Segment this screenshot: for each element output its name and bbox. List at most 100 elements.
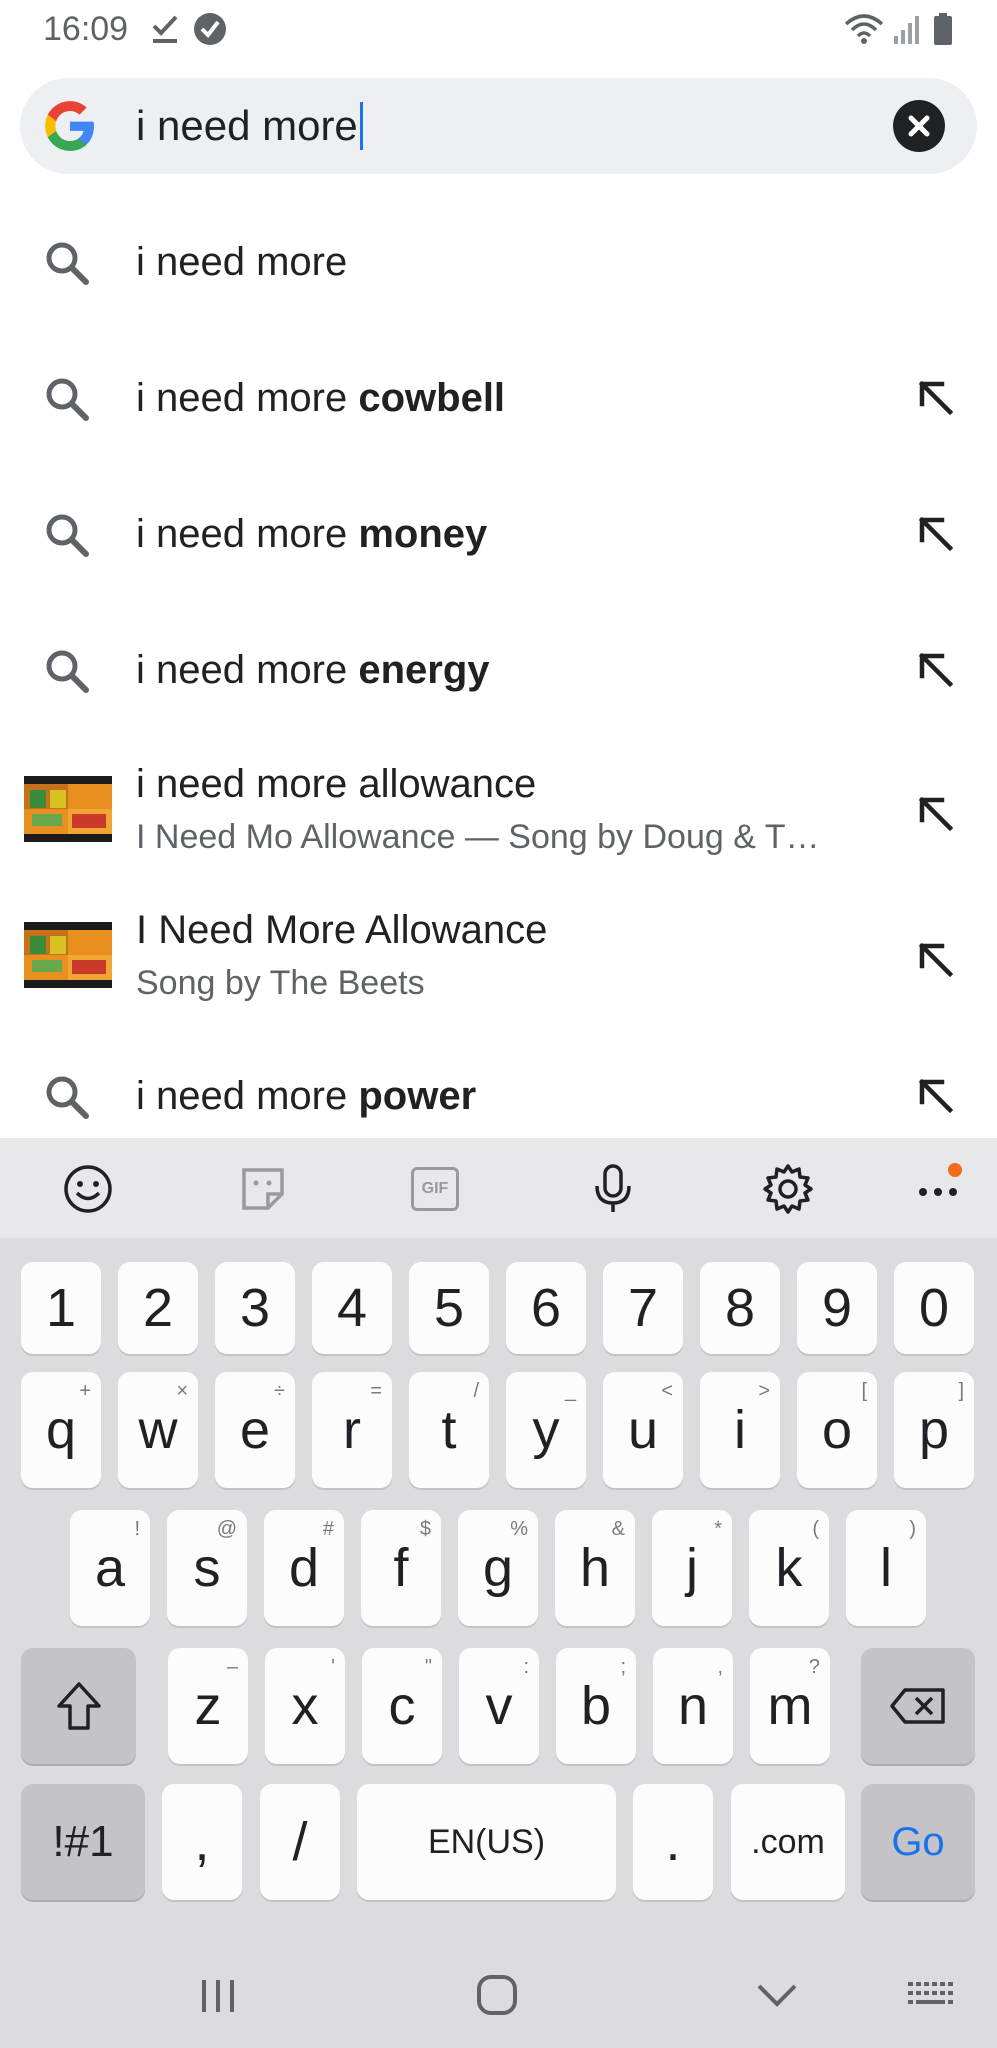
key-n[interactable]: n, [653,1648,733,1764]
key-label: r [343,1400,361,1460]
fill-query-arrow-icon[interactable] [916,514,956,554]
search-icon [46,514,89,557]
key-hint: ( [812,1518,819,1540]
dotcom-key[interactable]: .com [731,1784,845,1900]
key-j[interactable]: j * [652,1510,732,1626]
key-w[interactable]: w × [118,1372,198,1488]
key-6[interactable]: 6 [506,1262,586,1354]
key-u[interactable]: u < [603,1372,683,1488]
key-hint: $ [419,1518,431,1540]
period-key[interactable]: . [633,1784,713,1900]
fill-query-arrow-icon[interactable] [916,940,956,980]
key-hint: : [523,1656,529,1678]
search-icon [46,1076,89,1119]
key-2[interactable]: 2 [118,1262,198,1354]
text-cursor [359,102,363,150]
key-0[interactable]: 0 [894,1262,974,1354]
recent-apps-icon[interactable] [198,1978,238,2014]
key-t[interactable]: t / [409,1372,489,1488]
suggestion-subtitle: I Need Mo Allowance — Song by Doug & T… [136,818,820,856]
shift-key[interactable] [21,1648,136,1764]
key-a[interactable]: a! [70,1510,150,1626]
key-1[interactable]: 1 [21,1262,101,1354]
keyboard-switch-icon[interactable] [906,1980,954,2010]
suggestion-item[interactable]: i need more cowbell [0,336,997,462]
slash-key[interactable]: / [260,1784,340,1900]
search-bar[interactable]: i need more [20,78,977,174]
suggestion-item[interactable]: i need more [0,200,997,326]
search-input[interactable]: i need more [136,78,363,174]
suggestion-item[interactable]: i need more energy [0,608,997,734]
suggestion-text: i need more [136,240,348,284]
fill-query-arrow-icon[interactable] [916,794,956,834]
key-9[interactable]: 9 [797,1262,877,1354]
home-icon[interactable] [476,1974,518,2016]
comma-key[interactable]: , [162,1784,242,1900]
suggestion-text: i need more cowbell [136,376,506,420]
clear-search-button[interactable] [893,100,945,152]
key-i[interactable]: i > [700,1372,780,1488]
key-f[interactable]: f $ [361,1510,441,1626]
key-8[interactable]: 8 [700,1262,780,1354]
backspace-key[interactable] [861,1648,975,1764]
key-c[interactable]: c " [362,1648,442,1764]
key-hint: ) [909,1518,916,1540]
key-z[interactable]: z – [168,1648,248,1764]
key-o[interactable]: o[ [797,1372,877,1488]
suggestion-subtitle: Song by The Beets [136,964,425,1002]
key-hint: _ [564,1380,576,1402]
fill-query-arrow-icon[interactable] [916,1076,956,1116]
key-hint: [ [861,1380,867,1402]
key-label: 3 [239,1278,271,1338]
key-v[interactable]: v: [459,1648,539,1764]
keyboard-toolbar: GIF [0,1138,997,1238]
key-label: i [734,1400,746,1460]
key-label: 0 [918,1278,950,1338]
key-k[interactable]: k( [749,1510,829,1626]
emoji-icon[interactable] [61,1162,115,1216]
key-e[interactable]: e ÷ [215,1372,295,1488]
key-3[interactable]: 3 [215,1262,295,1354]
key-h[interactable]: h & [555,1510,635,1626]
key-r[interactable]: r = [312,1372,392,1488]
sticker-icon[interactable] [236,1162,290,1216]
key-m[interactable]: m? [750,1648,830,1764]
suggestion-text: i need more money [136,512,488,556]
key-5[interactable]: 5 [409,1262,489,1354]
key-s[interactable]: s @ [167,1510,247,1626]
settings-icon[interactable] [761,1162,815,1216]
key-label: w [138,1400,178,1460]
key-y[interactable]: y _ [506,1372,586,1488]
suggestion-item[interactable]: i need more power [0,1048,997,1138]
key-label: p [918,1400,950,1460]
key-hint: / [473,1380,479,1402]
gif-button[interactable]: GIF [411,1167,459,1211]
thumbnail-image [24,776,112,842]
key-hint: ? [808,1656,820,1678]
key-7[interactable]: 7 [603,1262,683,1354]
space-key[interactable]: EN(US) [357,1784,616,1900]
search-icon [46,650,89,693]
key-l[interactable]: l) [846,1510,926,1626]
key-d[interactable]: d # [264,1510,344,1626]
suggestion-item[interactable]: i need more money [0,472,997,598]
key-x[interactable]: x ' [265,1648,345,1764]
symbols-key[interactable]: !#1 [21,1784,145,1900]
go-key[interactable]: Go [861,1784,975,1900]
media-suggestion-item[interactable]: i need more allowance I Need Mo Allowanc… [0,752,997,882]
microphone-icon[interactable] [586,1162,640,1216]
key-hint: & [611,1518,625,1540]
media-suggestion-item[interactable]: I Need More Allowance Song by The Beets [0,898,997,1028]
key-label: l [880,1538,892,1598]
search-icon [46,242,89,285]
chevron-down-icon[interactable] [755,1980,799,2010]
key-g[interactable]: g% [458,1510,538,1626]
key-hint: = [370,1380,382,1402]
key-b[interactable]: b; [556,1648,636,1764]
key-4[interactable]: 4 [312,1262,392,1354]
key-p[interactable]: p] [894,1372,974,1488]
key-q[interactable]: q + [21,1372,101,1488]
key-hint: @ [216,1518,237,1540]
fill-query-arrow-icon[interactable] [916,378,956,418]
fill-query-arrow-icon[interactable] [916,650,956,690]
